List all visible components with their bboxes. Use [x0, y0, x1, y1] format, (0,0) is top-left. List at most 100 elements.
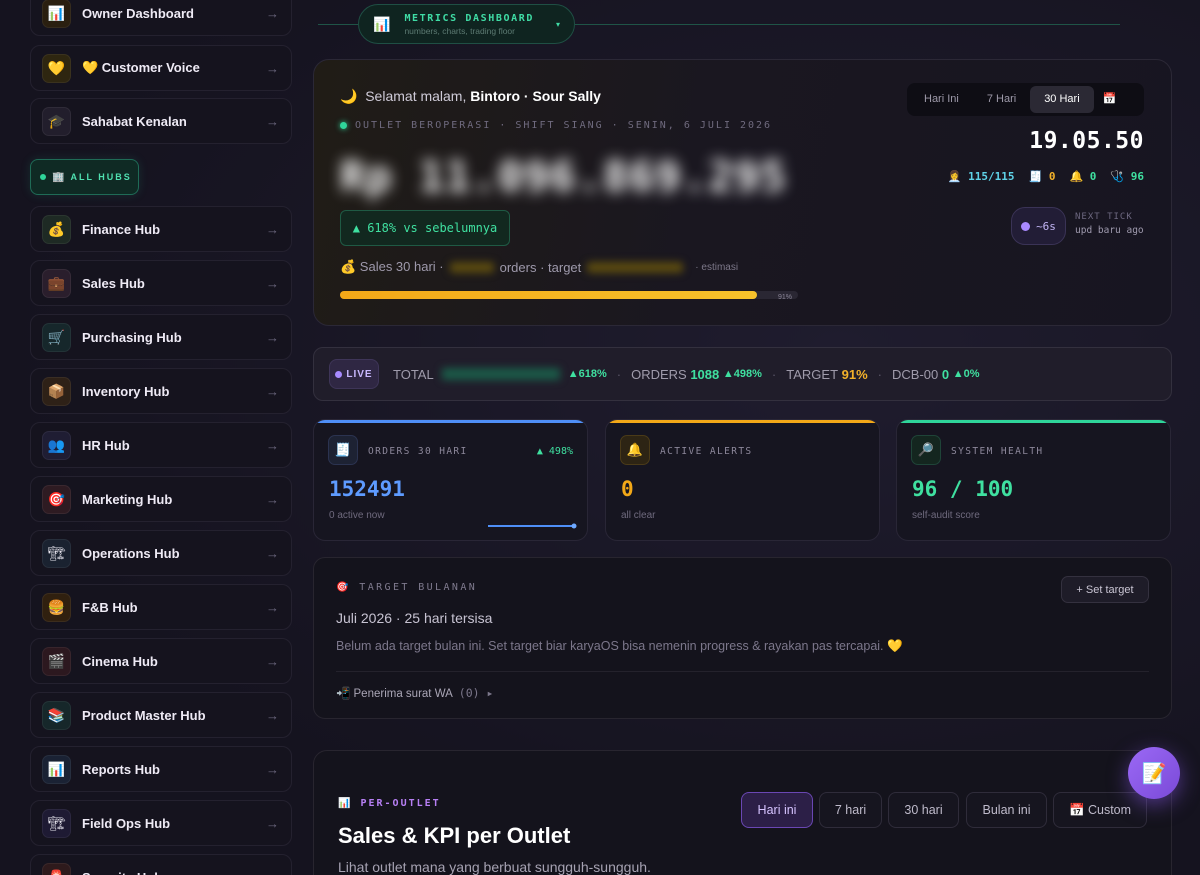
arrow-right-icon: →: [266, 545, 279, 561]
orders-card[interactable]: 🧾 ORDERS 30 HARI ▲ 498% 152491 0 active …: [313, 419, 588, 541]
wa-label: 📲 Penerima surat WA: [336, 688, 453, 700]
metrics-title: METRICS DASHBOARD: [404, 12, 534, 24]
sidebar-item-label: Reports Hub: [82, 761, 160, 777]
orders-value: 1088: [690, 366, 720, 382]
period-button[interactable]: 30 hari: [888, 792, 959, 828]
sidebar-item[interactable]: 🏗 Field Ops Hub →: [30, 800, 292, 846]
sidebar-item[interactable]: 🛒 Purchasing Hub →: [30, 314, 292, 360]
hub-icon: 🍔: [42, 592, 71, 622]
hub-icon: 📊: [42, 754, 71, 784]
all-hubs-badge[interactable]: 🏢 ALL HUBS: [30, 159, 139, 195]
sales-summary: 💰 Sales 30 hari · orders · target · esti…: [340, 259, 738, 275]
monthly-target-card: 🎯 TARGET BULANAN Juli 2026 · 25 hari ter…: [313, 557, 1172, 719]
dcb-value: 0: [941, 366, 950, 382]
hub-icon: 📚: [42, 700, 71, 730]
arrow-right-icon: →: [266, 113, 279, 129]
arrow-right-icon: →: [266, 870, 279, 875]
wa-count: (0) ▸: [458, 686, 494, 700]
arrow-right-icon: →: [266, 5, 279, 21]
greeting-name: Bintoro · Sour Sally: [470, 88, 601, 104]
metrics-dashboard-selector[interactable]: 📊 METRICS DASHBOARD numbers, charts, tra…: [358, 4, 575, 44]
range-tab[interactable]: 7 Hari: [973, 86, 1030, 113]
arrow-right-icon: →: [266, 599, 279, 615]
sidebar-item[interactable]: 🏗 Operations Hub →: [30, 530, 292, 576]
sidebar-item-label: HR Hub: [82, 437, 130, 453]
period-button[interactable]: Bulan ini: [966, 792, 1047, 828]
tick-value: ~6s: [1036, 219, 1056, 233]
live-dot: [335, 370, 343, 378]
staff-icon: 👩‍💼: [947, 170, 962, 183]
stat-value: 0: [621, 477, 634, 501]
sales-suffix: · estimasi: [695, 261, 739, 273]
sidebar-item[interactable]: 📦 Inventory Hub →: [30, 368, 292, 414]
moon-icon: 🌙: [340, 88, 358, 104]
sidebar-item[interactable]: 📚 Product Master Hub →: [30, 692, 292, 738]
blurred-value: [587, 261, 684, 273]
target-progress-bar: 91%: [340, 291, 798, 301]
arrow-right-icon: →: [266, 275, 279, 291]
arrow-right-icon: →: [266, 761, 279, 777]
stat-sub: self-audit score: [912, 510, 980, 521]
sidebar-item[interactable]: 💛 💛 Customer Voice →: [30, 45, 292, 91]
per-outlet-section: 📊 PER-OUTLET Sales & KPI per Outlet Liha…: [313, 750, 1172, 875]
period-button[interactable]: Hari ini: [741, 792, 813, 828]
sidebar-item[interactable]: 💰 Finance Hub →: [30, 206, 292, 252]
sidebar-item[interactable]: 🍔 F&B Hub →: [30, 584, 292, 630]
range-tab[interactable]: 30 Hari: [1030, 86, 1094, 113]
accent-bar: [897, 420, 1170, 423]
alerts-card[interactable]: 🔔 ACTIVE ALERTS 0 all clear: [605, 419, 880, 541]
stat-label: SYSTEM HEALTH: [951, 446, 1044, 457]
notes-fab-button[interactable]: 📝: [1128, 747, 1180, 799]
kpi-row: 👩‍💼 115/115 🧾 0 🔔 0 🩺 96: [948, 170, 1144, 183]
blurred-value: [449, 261, 494, 273]
sidebar-item[interactable]: 🎬 Cinema Hub →: [30, 638, 292, 684]
arrow-right-icon: →: [266, 653, 279, 669]
calendar-icon[interactable]: 📅: [1094, 86, 1126, 113]
next-tick-badge: ~6s: [1011, 207, 1066, 245]
sidebar-item-label: Purchasing Hub: [82, 329, 182, 345]
blurred-total: [441, 368, 560, 380]
progress-fill: [340, 291, 757, 299]
hub-icon: 🚨: [42, 862, 71, 875]
live-badge: LIVE: [329, 359, 379, 389]
status-dot: [340, 122, 347, 129]
hub-icon: 👥: [42, 430, 71, 460]
sidebar-item[interactable]: 📊 Reports Hub →: [30, 746, 292, 792]
hub-icon: 💛: [42, 53, 71, 83]
tick-label: NEXT TICK: [1075, 212, 1133, 222]
kpi-alerts: 🔔 0: [1069, 170, 1097, 183]
stat-label: ORDERS 30 HARI: [368, 446, 468, 457]
sidebar-item-label: Finance Hub: [82, 221, 161, 237]
sidebar-item[interactable]: 🎯 Marketing Hub →: [30, 476, 292, 522]
arrow-right-icon: →: [266, 707, 279, 723]
hub-icon: 💰: [42, 214, 71, 244]
wa-recipients-toggle[interactable]: 📲 Penerima surat WA (0) ▸: [336, 686, 493, 700]
clock: 19.05.50: [1029, 128, 1144, 154]
pulse-dot: [1021, 221, 1031, 231]
sales-mid: orders · target: [499, 259, 582, 275]
sidebar-item[interactable]: 🚨 Security Hub→: [30, 854, 292, 875]
set-target-button[interactable]: + Set target: [1061, 576, 1149, 603]
receipt-icon: 🧾: [328, 435, 358, 465]
period-button[interactable]: 📅 Custom: [1053, 792, 1147, 828]
magnifier-icon: 🔎: [911, 435, 941, 465]
arrow-right-icon: →: [266, 383, 279, 399]
receipt-icon: 🧾: [1028, 170, 1043, 183]
stat-label: ACTIVE ALERTS: [660, 446, 753, 457]
bell-icon: 🔔: [1069, 170, 1084, 183]
range-tab[interactable]: Hari Ini: [910, 86, 973, 113]
sidebar-item-label: Sales Hub: [82, 275, 145, 291]
health-card[interactable]: 🔎 SYSTEM HEALTH 96 / 100 self-audit scor…: [896, 419, 1171, 541]
metrics-subtitle: numbers, charts, trading floor: [404, 25, 515, 36]
hub-icon: 📦: [42, 376, 71, 406]
arrow-right-icon: →: [266, 329, 279, 345]
sidebar-item[interactable]: 👥 HR Hub →: [30, 422, 292, 468]
sidebar-item[interactable]: 🎓 Sahabat Kenalan →: [30, 98, 292, 144]
sidebar-item-label: Owner Dashboard: [82, 5, 194, 21]
arrow-right-icon: →: [266, 815, 279, 831]
progress-label: 91%: [777, 294, 792, 301]
period-button[interactable]: 7 hari: [819, 792, 882, 828]
sidebar-item[interactable]: 📊 Owner Dashboard →: [30, 0, 292, 36]
hub-icon: 🏗: [42, 538, 71, 568]
sidebar-item[interactable]: 💼 Sales Hub →: [30, 260, 292, 306]
